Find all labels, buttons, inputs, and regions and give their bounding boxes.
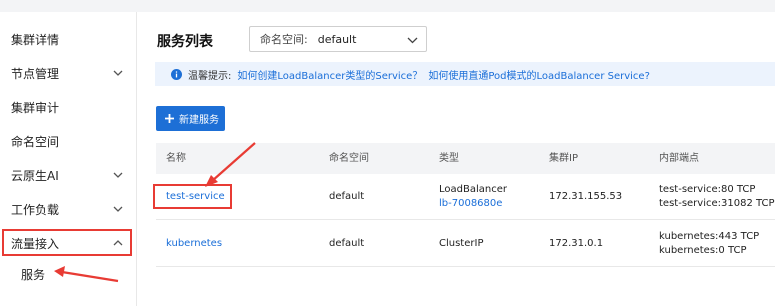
service-type: ClusterIP [439, 238, 484, 249]
info-icon [171, 68, 182, 80]
namespace-select-label: 命名空间: [260, 33, 308, 46]
service-type: LoadBalancer [439, 184, 507, 195]
chevron-down-icon [113, 70, 123, 76]
sidebar-item-label: 云原生AI [11, 168, 59, 183]
chevron-down-icon [113, 206, 123, 212]
top-strip [0, 0, 775, 12]
sidebar-item-label: 服务 [21, 267, 46, 282]
chevron-down-icon [113, 172, 123, 178]
sidebar-item-node-management[interactable]: 节点管理 [0, 56, 136, 90]
tip-banner: 温馨提示: 如何创建LoadBalancer类型的Service？ 如何使用直通… [155, 62, 775, 86]
sidebar-item-workloads[interactable]: 工作负载 [0, 192, 136, 226]
main-content: 服务列表 命名空间: default 温馨提示: 如何创建LoadBalance… [137, 12, 775, 306]
service-endpoint: kubernetes:0 TCP [659, 245, 747, 256]
service-namespace: default [329, 238, 365, 249]
sidebar-item-label: 集群详情 [11, 32, 60, 47]
service-cluster-ip: 172.31.155.53 [549, 191, 623, 202]
namespace-select[interactable]: 命名空间: default [249, 26, 427, 52]
sidebar-item-cluster-detail[interactable]: 集群详情 [0, 22, 136, 56]
service-namespace: default [329, 191, 365, 202]
service-name-link[interactable]: kubernetes [166, 237, 222, 251]
sidebar-item-label: 集群审计 [11, 100, 60, 115]
column-header-type: 类型 [439, 153, 459, 164]
service-endpoint: test-service:80 TCP [659, 184, 756, 195]
tip-link-create-loadbalancer[interactable]: 如何创建LoadBalancer类型的Service？ [237, 67, 422, 82]
create-service-label: 新建服务 [179, 115, 219, 126]
sidebar-item-namespace[interactable]: 命名空间 [0, 124, 136, 158]
namespace-select-value: default [317, 32, 357, 46]
table-header: 名称 命名空间 类型 集群IP 内部端点 [156, 143, 775, 174]
page-title: 服务列表 [157, 34, 213, 50]
sidebar: 集群详情 节点管理 集群审计 命名空间 云原生AI 工作负载 流量接入 服务 [0, 12, 137, 306]
sidebar-item-cloud-native-ai[interactable]: 云原生AI [0, 158, 136, 192]
column-header-namespace: 命名空间 [329, 153, 369, 164]
column-header-internal-endpoints: 内部端点 [659, 153, 699, 164]
sidebar-item-label: 节点管理 [11, 66, 60, 81]
plus-icon [165, 114, 174, 123]
tip-label: 温馨提示: [188, 70, 232, 82]
service-endpoint: test-service:31082 TCP [659, 198, 775, 209]
table-row: kubernetes default ClusterIP 172.31.0.1 … [156, 221, 775, 267]
column-header-name: 名称 [166, 153, 186, 164]
loadbalancer-id-link[interactable]: lb-7008680e [439, 197, 507, 211]
annotation-box-test-service [153, 184, 232, 209]
service-cluster-ip: 172.31.0.1 [549, 238, 604, 249]
create-service-button[interactable]: 新建服务 [156, 106, 225, 131]
sidebar-item-label: 命名空间 [11, 134, 60, 149]
sidebar-item-services[interactable]: 服务 [0, 257, 136, 291]
annotation-box-traffic-ingress [2, 229, 132, 256]
sidebar-item-label: 工作负载 [11, 202, 60, 217]
chevron-down-icon [407, 37, 418, 44]
service-endpoint: kubernetes:443 TCP [659, 231, 760, 242]
sidebar-item-cluster-audit[interactable]: 集群审计 [0, 90, 136, 124]
table-row: test-service default LoadBalancer lb-700… [156, 174, 775, 220]
column-header-cluster-ip: 集群IP [549, 153, 578, 164]
tip-link-passthrough-pod[interactable]: 如何使用直通Pod模式的LoadBalancer Service? [428, 67, 650, 82]
